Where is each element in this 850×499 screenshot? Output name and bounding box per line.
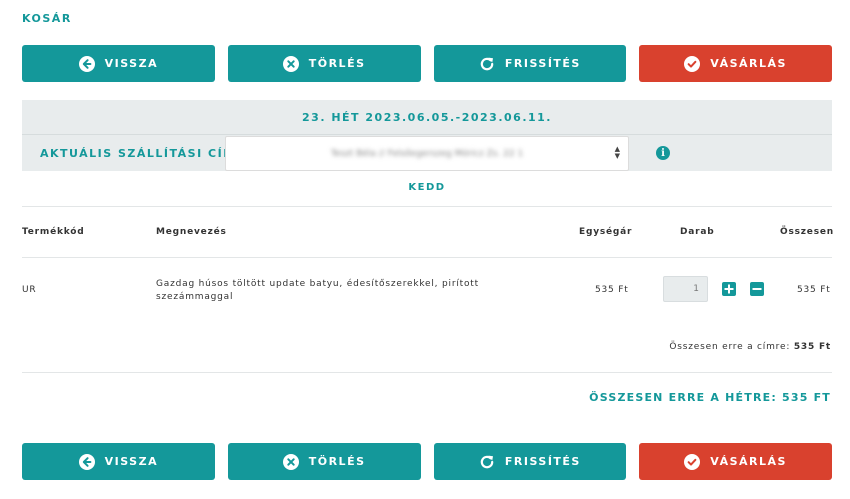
back-button-label: VISSZA <box>104 455 159 468</box>
quantity-input[interactable]: 1 <box>663 276 708 302</box>
delete-button[interactable]: TÖRLÉS <box>227 45 421 82</box>
col-header-code: Termékkód <box>22 227 85 237</box>
divider <box>22 257 832 258</box>
col-header-qty: Darab <box>680 227 715 237</box>
info-circle-icon[interactable]: i <box>656 146 670 160</box>
divider <box>22 372 832 373</box>
address-subtotal: Összesen erre a címre: 535 Ft <box>669 342 831 352</box>
back-button[interactable]: VISSZA <box>22 443 215 480</box>
cell-name-line1: Gazdag húsos töltött update batyu, édesí… <box>156 279 479 289</box>
col-header-unit-price: Egységár <box>579 227 633 237</box>
address-select-value: Teszt Béla // Felsőegerszeg Móricz Zs. 2… <box>330 148 524 159</box>
increase-qty-button[interactable] <box>722 282 736 296</box>
minus-icon <box>752 288 762 290</box>
cell-code: UR <box>22 285 37 295</box>
buy-button-label: VÁSÁRLÁS <box>710 57 787 70</box>
refresh-button-label: FRISSÍTÉS <box>504 455 581 468</box>
refresh-icon <box>479 56 495 72</box>
cell-total: 535 Ft <box>797 285 831 295</box>
delete-button-label: TÖRLÉS <box>308 455 366 468</box>
address-bar: AKTUÁLIS SZÁLLÍTÁSI CÍM: Teszt Béla // F… <box>22 134 832 171</box>
arrow-left-circle-icon <box>78 453 95 470</box>
day-label: KEDD <box>408 182 446 193</box>
decrease-qty-button[interactable] <box>750 282 764 296</box>
back-button-label: VISSZA <box>104 57 159 70</box>
x-circle-icon <box>282 453 299 470</box>
cell-name: Gazdag húsos töltött update batyu, édesí… <box>156 278 479 304</box>
top-action-bar: VISSZA TÖRLÉS FRISSÍTÉS VÁSÁRLÁS <box>22 45 832 82</box>
page-title: KOSÁR <box>22 12 72 25</box>
refresh-icon <box>479 454 495 470</box>
subtotal-label: Összesen erre a címre: <box>669 342 791 352</box>
col-header-total: Összesen <box>780 227 834 237</box>
refresh-button-label: FRISSÍTÉS <box>504 57 581 70</box>
bottom-action-bar: VISSZA TÖRLÉS FRISSÍTÉS VÁSÁRLÁS <box>22 443 832 480</box>
buy-button-label: VÁSÁRLÁS <box>710 455 787 468</box>
arrow-left-circle-icon <box>78 55 95 72</box>
buy-button[interactable]: VÁSÁRLÁS <box>639 45 832 82</box>
delete-button-label: TÖRLÉS <box>308 57 366 70</box>
divider <box>22 206 832 207</box>
back-button[interactable]: VISSZA <box>22 45 215 82</box>
address-label: AKTUÁLIS SZÁLLÍTÁSI CÍM: <box>40 147 242 160</box>
week-total: ÖSSZESEN ERRE A HÉTRE: 535 FT <box>589 391 831 404</box>
check-circle-icon <box>684 55 701 72</box>
buy-button[interactable]: VÁSÁRLÁS <box>639 443 832 480</box>
plus-icon <box>724 284 734 294</box>
col-header-name: Megnevezés <box>156 227 227 237</box>
subtotal-value: 535 Ft <box>793 342 831 352</box>
x-circle-icon <box>282 55 299 72</box>
refresh-button[interactable]: FRISSÍTÉS <box>433 45 627 82</box>
week-header: 23. HÉT 2023.06.05.-2023.06.11. <box>22 100 832 134</box>
refresh-button[interactable]: FRISSÍTÉS <box>433 443 627 480</box>
select-arrows-icon: ▲ ▼ <box>614 145 620 160</box>
cell-name-line2: szezámmaggal <box>156 292 234 302</box>
address-select[interactable]: Teszt Béla // Felsőegerszeg Móricz Zs. 2… <box>225 136 629 171</box>
check-circle-icon <box>684 453 701 470</box>
delete-button[interactable]: TÖRLÉS <box>227 443 421 480</box>
cell-unit-price: 535 Ft <box>595 285 629 295</box>
